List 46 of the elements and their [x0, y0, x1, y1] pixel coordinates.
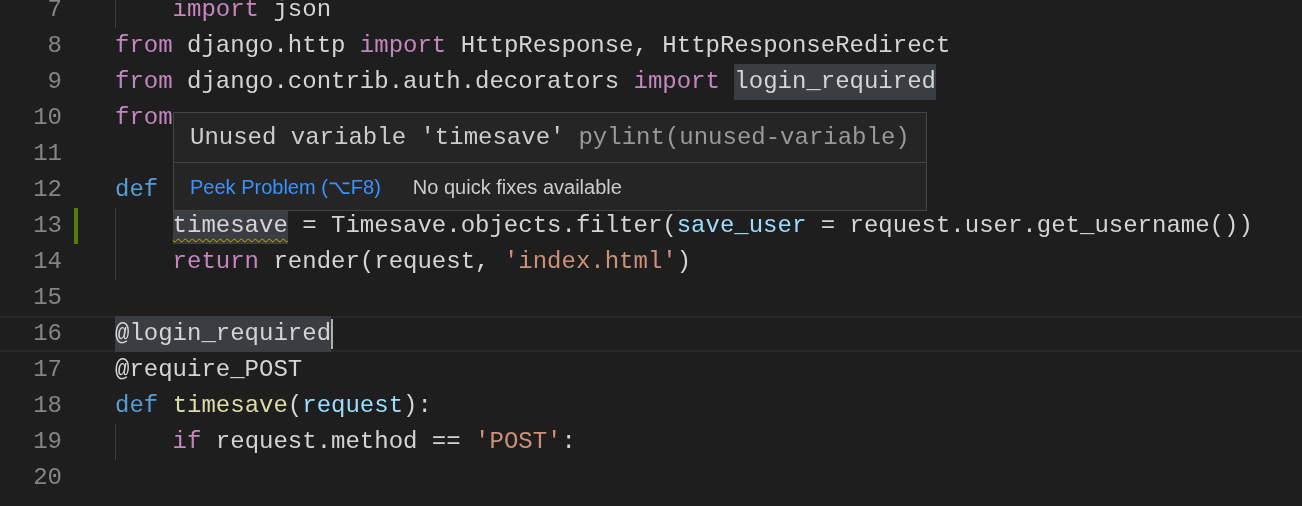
code-token: import [633, 67, 720, 97]
line-number: 10 [33, 104, 62, 131]
code-token: def [115, 175, 159, 205]
code-token: from [115, 67, 173, 97]
code-token: return [172, 247, 260, 277]
code-token: HttpResponse, HttpResponseRedirect [460, 31, 951, 61]
problem-message: Unused variable 'timesave' [190, 122, 565, 153]
code-token: save_user [676, 211, 807, 241]
line-number: 15 [33, 284, 62, 311]
code-token: = Timesave.objects.filter( [302, 211, 677, 241]
line-number: 20 [33, 464, 62, 491]
rule-source: pylint(unused-variable) [578, 122, 910, 153]
code-token: ( [287, 391, 303, 421]
code-token: timesave [172, 391, 288, 421]
code-token: 'index.html' [503, 247, 677, 277]
line-number: 12 [33, 176, 62, 203]
code-token: @login_required [115, 316, 332, 352]
code-token: def [115, 391, 159, 421]
line-number: 11 [33, 140, 62, 167]
code-token: : [561, 427, 576, 457]
code-token: @require_POST [115, 355, 303, 385]
line-number: 19 [33, 428, 62, 455]
code-token: request.method == [215, 427, 461, 457]
code-token: from [115, 103, 173, 133]
line-number: 16 [33, 320, 62, 347]
code-token: request [302, 391, 404, 421]
line-number: 7 [47, 0, 62, 23]
code-token: login_required [734, 64, 936, 100]
code-token: 'POST' [475, 427, 562, 457]
quick-fix-note: No quick fixes available [412, 174, 622, 200]
line-number: 9 [47, 68, 62, 95]
code-token: django.http [187, 31, 346, 61]
code-token: = request.user.get_username()) [820, 211, 1253, 241]
line-number: 18 [33, 392, 62, 419]
code-token: if [172, 427, 202, 457]
code-token: ): [403, 391, 432, 421]
peek-problem-link[interactable]: Peek Problem (⌥F8) [190, 171, 381, 202]
code-token: ) [676, 247, 692, 277]
line-number: 13 [33, 212, 62, 239]
code-token: render(request, [273, 247, 490, 277]
code-token: import [359, 31, 447, 61]
line-number: 17 [33, 356, 62, 383]
code-token: from [115, 31, 173, 61]
line-number: 8 [47, 32, 62, 59]
line-number: 14 [33, 248, 62, 275]
code-token: django.contrib.auth.decorators [187, 67, 620, 97]
